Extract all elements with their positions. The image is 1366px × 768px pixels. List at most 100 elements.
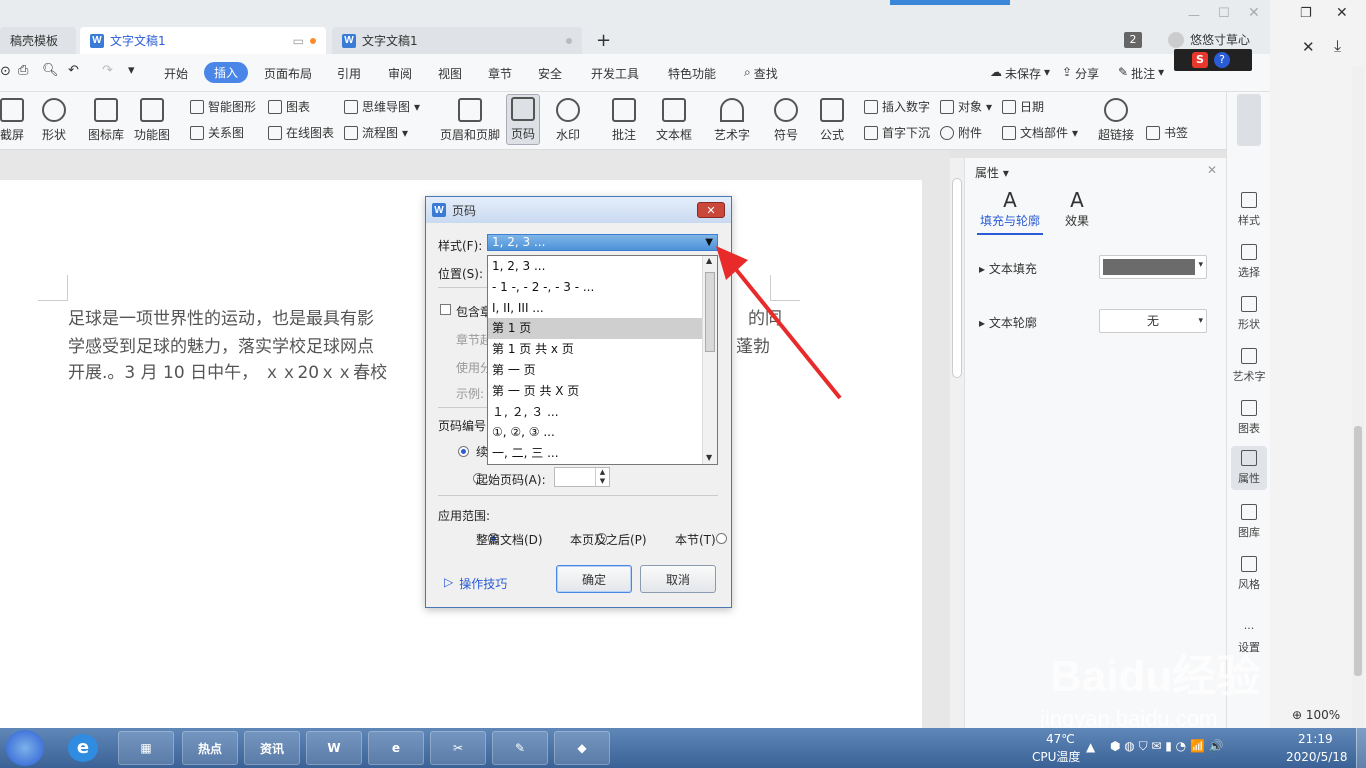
style-option[interactable]: 第 1 页 共 x 页 [488, 339, 717, 360]
taskbar-app-editor[interactable]: ✎ [492, 731, 548, 765]
partial-icon[interactable]: ⊙ [0, 64, 11, 79]
taskbar-app-monitor[interactable]: ▦ [118, 731, 174, 765]
style-option[interactable]: 一, 二, 三 ... [488, 443, 717, 464]
redo-icon[interactable]: ↷ [102, 63, 113, 78]
outer-close-icon[interactable]: ✕ [1336, 5, 1348, 21]
textbox-button[interactable]: 文本框 [656, 98, 692, 143]
doc-scrollbar[interactable] [950, 158, 964, 728]
style-select[interactable]: 1, 2, 3 ... ▼ [487, 234, 718, 251]
style-option[interactable]: ①, ②, ③ ... [488, 422, 717, 443]
menu-review[interactable]: 审阅 [388, 65, 412, 82]
object-button[interactable]: 对象 ▾ [940, 98, 992, 115]
text-fill-label[interactable]: ▸ 文本填充 [979, 260, 1037, 277]
bookmark-button[interactable]: 书签 [1146, 124, 1188, 141]
header-footer-button[interactable]: 页眉和页脚 [440, 98, 500, 143]
doc-scrollbar-thumb[interactable] [952, 178, 962, 378]
include-chapter-checkbox[interactable] [440, 304, 451, 315]
style-dropdown-list[interactable]: 1, 2, 3 ... - 1 -, - 2 -, - 3 - ... I, I… [487, 255, 718, 465]
menu-start[interactable]: 开始 [164, 65, 188, 82]
comment-button[interactable]: 批注 [612, 98, 636, 143]
user-info[interactable]: 悠悠寸草心 [1168, 31, 1250, 48]
continue-radio[interactable] [458, 446, 469, 457]
text-outline-select[interactable]: 无 ▾ [1099, 309, 1207, 333]
wordart-button[interactable]: 艺术字 [714, 98, 750, 143]
print-preview-icon[interactable]: 🔍︎ [42, 63, 59, 78]
zoom-label[interactable]: ⊕ 100% [1292, 708, 1340, 722]
chart-button[interactable]: 图表 [268, 98, 310, 115]
watermark-button[interactable]: 水印 [556, 98, 580, 143]
print-icon[interactable]: ⎙ [18, 63, 28, 78]
comment-menu-button[interactable]: ✎ 批注 ▾ [1118, 65, 1164, 82]
sidebar-item-properties[interactable]: 属性 [1231, 446, 1267, 490]
show-desktop-button[interactable] [1356, 728, 1366, 768]
relation-chart-button[interactable]: 关系图 [190, 124, 244, 141]
tab-effect[interactable]: A 效果 [1065, 188, 1089, 229]
cancel-button[interactable]: 取消 [640, 565, 716, 593]
properties-title[interactable]: 属性 ▾ [975, 164, 1009, 181]
screenshot-button[interactable]: 截屏 [0, 98, 24, 143]
sidebar-top-button[interactable] [1237, 94, 1261, 146]
scroll-down-icon[interactable]: ▼ [706, 453, 712, 462]
scope-section-radio[interactable] [716, 533, 728, 544]
sidebar-item-shape[interactable]: 形状 [1227, 296, 1271, 332]
menu-security[interactable]: 安全 [538, 65, 562, 82]
taskbar-app-ie[interactable]: e [368, 731, 424, 765]
start-button[interactable] [6, 730, 44, 766]
formula-button[interactable]: 公式 [820, 98, 844, 143]
taskbar-app-wps[interactable]: W [306, 731, 362, 765]
symbol-button[interactable]: 符号 [774, 98, 798, 143]
tips-link[interactable]: ▷ 操作技巧 [444, 575, 507, 592]
window-count-badge[interactable]: 2 [1124, 32, 1142, 48]
smart-shape-button[interactable]: 智能图形 [190, 98, 256, 115]
taskbar-app-hot[interactable]: 热点 [182, 731, 238, 765]
unsaved-button[interactable]: ☁ 未保存 ▾ [990, 65, 1050, 82]
icon-library-button[interactable]: 图标库 [88, 98, 124, 143]
tray-expand-icon[interactable]: ▲ [1086, 740, 1095, 754]
style-option[interactable]: - 1 -, - 2 -, - 3 - ... [488, 277, 717, 298]
tab-doc-active[interactable]: W 文字文稿1 ▭ [80, 27, 326, 54]
outer-scrollbar-thumb[interactable] [1354, 426, 1362, 676]
tab-doc-inactive[interactable]: W 文字文稿1 [332, 27, 582, 54]
sidebar-item-gallery[interactable]: 图库 [1227, 504, 1271, 540]
style-option[interactable]: 1, 2, 3 ... [488, 256, 717, 277]
sidebar-item-style[interactable]: 样式 [1227, 192, 1271, 228]
share-button[interactable]: ⇪ 分享 [1062, 65, 1099, 82]
ie-icon[interactable]: e [68, 734, 98, 762]
insert-number-button[interactable]: 插入数字 [864, 98, 930, 115]
close-x-icon[interactable]: ✕ [1302, 38, 1315, 56]
menu-developer[interactable]: 开发工具 [591, 65, 639, 82]
cpu-temp[interactable]: 47℃ [1046, 732, 1075, 746]
tray-app-icons[interactable]: ⬢ ◍ ⛉ ✉ ▮ ◔ 📶 🔊 [1110, 739, 1224, 754]
ok-button[interactable]: 确定 [556, 565, 632, 593]
date-button[interactable]: 日期 [1002, 98, 1044, 115]
sidebar-item-wordart[interactable]: 艺术字 [1227, 348, 1271, 384]
start-at-spinner[interactable]: ▲ ▼ [554, 467, 610, 487]
style-option[interactable]: １, ２, ３ ... [488, 402, 717, 423]
undo-icon[interactable]: ↶ [68, 63, 79, 78]
dropcap-button[interactable]: 首字下沉 [864, 124, 930, 141]
maximize-icon[interactable]: ☐ [1218, 6, 1230, 21]
text-fill-select[interactable]: ▾ [1099, 255, 1207, 279]
menu-features[interactable]: 特色功能 [668, 65, 716, 82]
sidebar-item-select[interactable]: 选择 [1227, 244, 1271, 280]
attachment-button[interactable]: 附件 [940, 124, 982, 141]
tab-template[interactable]: 稿壳模板 [0, 27, 76, 54]
online-chart-button[interactable]: 在线图表 [268, 124, 334, 141]
taskbar-app-gallery[interactable]: ◆ [554, 731, 610, 765]
menu-view[interactable]: 视图 [438, 65, 462, 82]
panel-close-icon[interactable]: ✕ [1207, 163, 1217, 177]
function-chart-button[interactable]: 功能图 [134, 98, 170, 143]
taskbar-app-scissors[interactable]: ✂ [430, 731, 486, 765]
menu-page-layout[interactable]: 页面布局 [264, 65, 312, 82]
download-icon[interactable]: ⤓ [1334, 36, 1341, 56]
outer-restore-icon[interactable]: ❐ [1300, 6, 1312, 21]
minimize-icon[interactable]: — [1188, 8, 1200, 22]
new-tab-button[interactable]: + [596, 30, 611, 51]
clock-date[interactable]: 2020/5/18 [1286, 750, 1348, 764]
text-outline-label[interactable]: ▸ 文本轮廓 [979, 314, 1037, 331]
shape-button[interactable]: 形状 [42, 98, 66, 143]
outer-scrollbar[interactable] [1352, 66, 1364, 728]
menu-insert[interactable]: 插入 [204, 62, 249, 83]
doc-parts-button[interactable]: 文档部件 ▾ [1002, 124, 1078, 141]
style-option-selected[interactable]: 第 1 页 [488, 318, 717, 340]
